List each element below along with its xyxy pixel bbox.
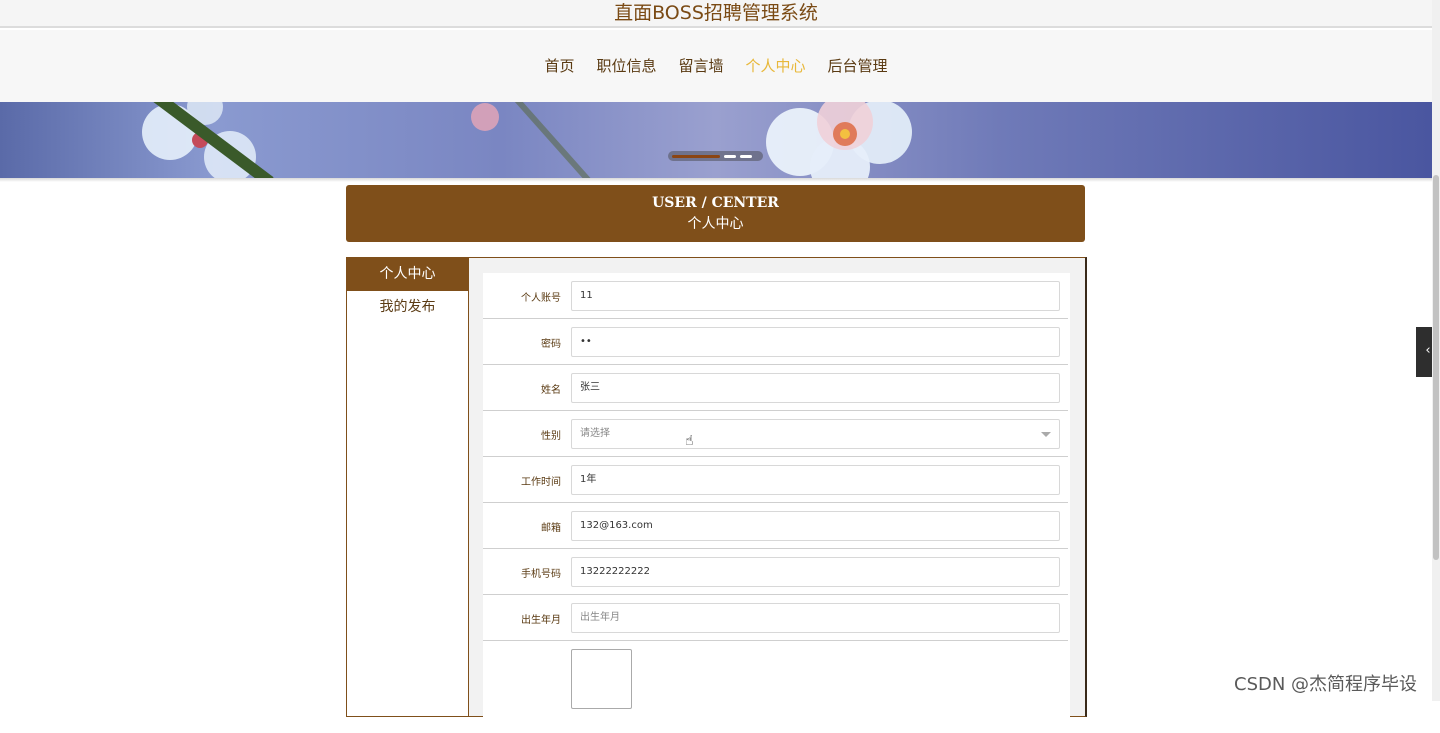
site-title: 直面BOSS招聘管理系统: [614, 2, 818, 24]
work-time-input[interactable]: 1年: [571, 465, 1060, 495]
form-row-password: 密码 ••: [483, 319, 1068, 365]
chevron-down-icon: [1041, 432, 1051, 437]
phone-label: 手机号码: [521, 569, 561, 580]
sidebar-item-my-posts[interactable]: 我的发布: [347, 291, 468, 324]
mouse-pointer-icon: ☝: [685, 433, 694, 449]
section-header: USER / CENTER 个人中心: [346, 185, 1085, 242]
sidebar-item-user-center[interactable]: 个人中心: [347, 258, 468, 291]
form-row-email: 邮箱 132@163.com: [483, 503, 1068, 549]
birth-input[interactable]: 出生年月: [571, 603, 1060, 633]
nav-item-admin[interactable]: 后台管理: [817, 31, 899, 101]
watermark: CSDN @杰简程序毕设: [1234, 674, 1418, 695]
form-row-work-time: 工作时间 1年: [483, 457, 1068, 503]
banner-dot-2[interactable]: [724, 154, 736, 158]
banner-shadow: [0, 178, 1432, 182]
name-input[interactable]: 张三: [571, 373, 1060, 403]
section-header-en: USER / CENTER: [652, 195, 779, 211]
email-label: 邮箱: [541, 523, 561, 534]
form-row-gender: 性别 请选择: [483, 411, 1068, 457]
form-row-name: 姓名 张三: [483, 365, 1068, 411]
form-row-account: 个人账号 11: [483, 273, 1068, 319]
section-header-cn: 个人中心: [687, 216, 744, 232]
account-label: 个人账号: [521, 293, 561, 304]
work-time-label: 工作时间: [521, 477, 561, 488]
birth-label: 出生年月: [521, 615, 561, 626]
nav-item-message-wall[interactable]: 留言墙: [667, 31, 734, 101]
gender-label: 性别: [541, 431, 561, 442]
password-label: 密码: [541, 339, 561, 350]
banner-image: [0, 102, 1432, 178]
nav-item-jobs[interactable]: 职位信息: [585, 31, 667, 101]
photo-image[interactable]: [571, 649, 632, 709]
form-row-photo: [483, 641, 1068, 721]
user-center-panel: 个人中心 我的发布 个人账号 11 密码 •• 姓名 张三 性别 请选择 工作时…: [346, 257, 1087, 733]
account-input[interactable]: 11: [571, 281, 1060, 311]
blossom-illustration: [142, 102, 912, 178]
profile-form: 个人账号 11 密码 •• 姓名 张三 性别 请选择 工作时间 1年 邮箱 13…: [483, 273, 1070, 733]
banner-dot-3[interactable]: [740, 154, 752, 158]
gender-select[interactable]: 请选择: [571, 419, 1060, 449]
phone-input[interactable]: 13222222222: [571, 557, 1060, 587]
sidebar: 个人中心 我的发布: [347, 258, 469, 716]
name-label: 姓名: [541, 385, 561, 396]
banner-pagination: [668, 151, 763, 161]
password-input[interactable]: ••: [571, 327, 1060, 357]
nav-item-user-center[interactable]: 个人中心: [735, 31, 817, 101]
form-row-birth: 出生年月 出生年月: [483, 595, 1068, 641]
gender-select-value: 请选择: [580, 428, 610, 439]
top-bar: 直面BOSS招聘管理系统: [0, 0, 1432, 28]
scrollbar-thumb[interactable]: [1433, 175, 1439, 560]
email-input[interactable]: 132@163.com: [571, 511, 1060, 541]
nav-item-home[interactable]: 首页: [533, 31, 585, 101]
form-row-phone: 手机号码 13222222222: [483, 549, 1068, 595]
main-nav: 首页 职位信息 留言墙 个人中心 后台管理: [0, 30, 1432, 102]
banner-dot-1[interactable]: [672, 154, 720, 158]
